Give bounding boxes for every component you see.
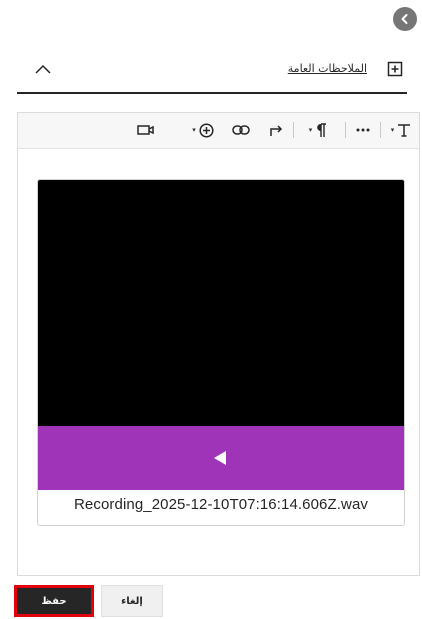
section-title[interactable]: الملاحظات العامة bbox=[288, 62, 367, 75]
collapse-button[interactable] bbox=[33, 62, 53, 78]
media-preview bbox=[38, 180, 404, 426]
page: الملاحظات العامة ▾ ▾ ▾ Recording_2025-12… bbox=[0, 0, 422, 619]
player-controls bbox=[38, 426, 404, 490]
text-style-button[interactable]: ▾ bbox=[387, 119, 415, 141]
redo-icon bbox=[270, 125, 283, 136]
dropdown-caret-icon: ▾ bbox=[192, 126, 196, 134]
more-button[interactable] bbox=[352, 119, 374, 141]
link-icon bbox=[232, 125, 250, 135]
redo-button[interactable] bbox=[266, 119, 286, 141]
plus-square-icon bbox=[387, 61, 403, 77]
video-icon bbox=[137, 125, 154, 135]
chevron-left-icon bbox=[401, 14, 408, 24]
note-editor[interactable]: ▾ ▾ ▾ Recording_2025-12-10T07:16:14.606Z… bbox=[17, 112, 420, 576]
insert-button[interactable]: ▾ bbox=[189, 119, 217, 141]
add-note-button[interactable] bbox=[387, 61, 403, 77]
paragraph-icon bbox=[317, 122, 327, 137]
editor-toolbar: ▾ ▾ ▾ bbox=[18, 113, 419, 149]
audio-attachment[interactable]: Recording_2025-12-10T07:16:14.606Z.wav bbox=[37, 179, 405, 526]
text-style-icon bbox=[398, 124, 411, 137]
insert-icon bbox=[199, 122, 214, 138]
save-button[interactable]: حفظ bbox=[14, 585, 94, 617]
paragraph-button[interactable]: ▾ bbox=[303, 119, 333, 141]
back-button[interactable] bbox=[393, 7, 417, 31]
video-button[interactable] bbox=[134, 119, 158, 141]
attachment-file-name: Recording_2025-12-10T07:16:14.606Z.wav bbox=[74, 496, 368, 513]
toolbar-separator bbox=[293, 122, 294, 138]
general-notes-header: الملاحظات العامة bbox=[17, 52, 407, 94]
more-icon bbox=[356, 128, 370, 132]
link-button[interactable] bbox=[230, 119, 252, 141]
dropdown-caret-icon: ▾ bbox=[308, 126, 313, 134]
play-button[interactable] bbox=[213, 450, 227, 466]
play-icon bbox=[214, 451, 226, 465]
chevron-up-icon bbox=[35, 64, 51, 74]
dropdown-caret-icon: ▾ bbox=[390, 126, 395, 134]
toolbar-separator bbox=[345, 122, 346, 138]
toolbar-separator bbox=[380, 122, 381, 138]
cancel-button[interactable]: إلغاء bbox=[101, 585, 163, 617]
